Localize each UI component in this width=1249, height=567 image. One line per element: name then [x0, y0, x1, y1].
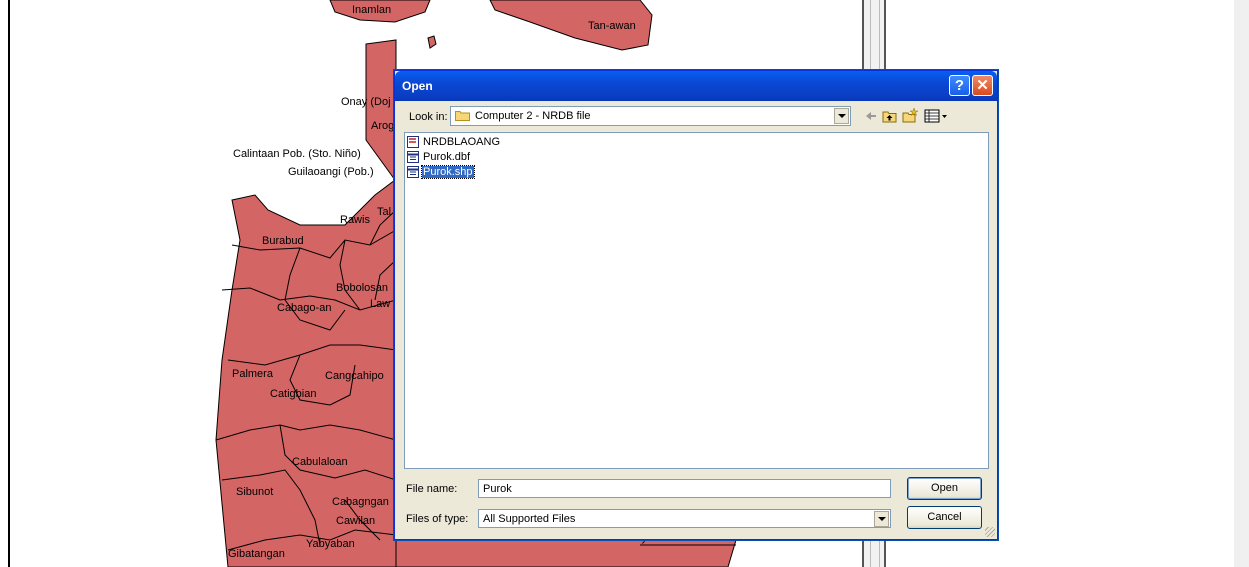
map-label: Bobolosan: [336, 282, 388, 294]
map-label: Cabago-an: [277, 302, 332, 314]
map-label: Tal: [377, 206, 392, 218]
close-button[interactable]: ✕: [972, 75, 993, 96]
new-folder-icon[interactable]: [901, 107, 919, 125]
map-label: Gibatangan: [228, 548, 285, 560]
back-arrow-icon[interactable]: [862, 107, 880, 125]
chevron-down-icon[interactable]: [874, 511, 889, 527]
folder-icon: [455, 111, 470, 121]
map-label: Cawilan: [336, 515, 376, 527]
map-label: Sibunot: [236, 486, 274, 498]
view-menu-icon[interactable]: [923, 107, 949, 125]
open-dialog: Open ? ✕ Look in: Computer 2 - NRDB file…: [394, 70, 998, 540]
right-panel-edge: [1234, 0, 1249, 567]
file-name: Purok.shp: [421, 165, 475, 179]
map-label: Burabud: [262, 235, 304, 247]
file-name-label: File name:: [406, 483, 458, 495]
look-in-value: Computer 2 - NRDB file: [475, 110, 591, 122]
look-in-label: Look in:: [409, 111, 448, 123]
map-label: Guilaoangi (Pob.): [288, 166, 374, 178]
table-file-icon: [407, 151, 419, 163]
resize-grip-icon[interactable]: [985, 527, 995, 537]
map-label: Catigbian: [270, 388, 317, 400]
map-region-southeast: [395, 539, 737, 567]
help-button[interactable]: ?: [949, 75, 970, 96]
map-label: Yabyaban: [306, 538, 355, 550]
up-folder-icon[interactable]: [881, 107, 899, 125]
map-islet: [427, 35, 437, 49]
files-of-type-value: All Supported Files: [483, 513, 576, 525]
file-name-input[interactable]: [478, 479, 891, 498]
dialog-title: Open: [402, 79, 433, 93]
map-label: Onay (Doj: [341, 96, 391, 108]
map-label: Calintaan Pob. (Sto. Niño): [233, 148, 361, 160]
document-icon: [407, 136, 419, 148]
file-name: Purok.dbf: [423, 151, 471, 163]
dialog-titlebar[interactable]: Open ? ✕: [395, 71, 997, 101]
map-label: Palmera: [232, 368, 273, 380]
map-label: Arog: [371, 120, 395, 132]
cancel-button[interactable]: Cancel: [907, 506, 982, 529]
files-of-type-dropdown[interactable]: All Supported Files: [478, 509, 891, 528]
map-label: Cabagngan: [332, 496, 389, 508]
file-list[interactable]: NRDBLAOANG Purok.dbf Purok.shp: [404, 132, 989, 469]
table-file-icon: [407, 166, 419, 178]
open-button[interactable]: Open: [907, 477, 982, 500]
look-in-dropdown[interactable]: Computer 2 - NRDB file: [450, 106, 851, 126]
files-of-type-label: Files of type:: [406, 513, 469, 525]
chevron-down-icon[interactable]: [834, 108, 849, 124]
map-label: Tan-awan: [588, 20, 636, 32]
file-name: NRDBLAOANG: [423, 136, 501, 148]
map-label: Inamlan: [352, 4, 392, 16]
map-label: Rawis: [340, 214, 370, 226]
map-label: Cabulaloan: [292, 456, 348, 468]
map-label: Cangcahipo: [325, 370, 384, 382]
map-label: Law: [370, 298, 391, 310]
